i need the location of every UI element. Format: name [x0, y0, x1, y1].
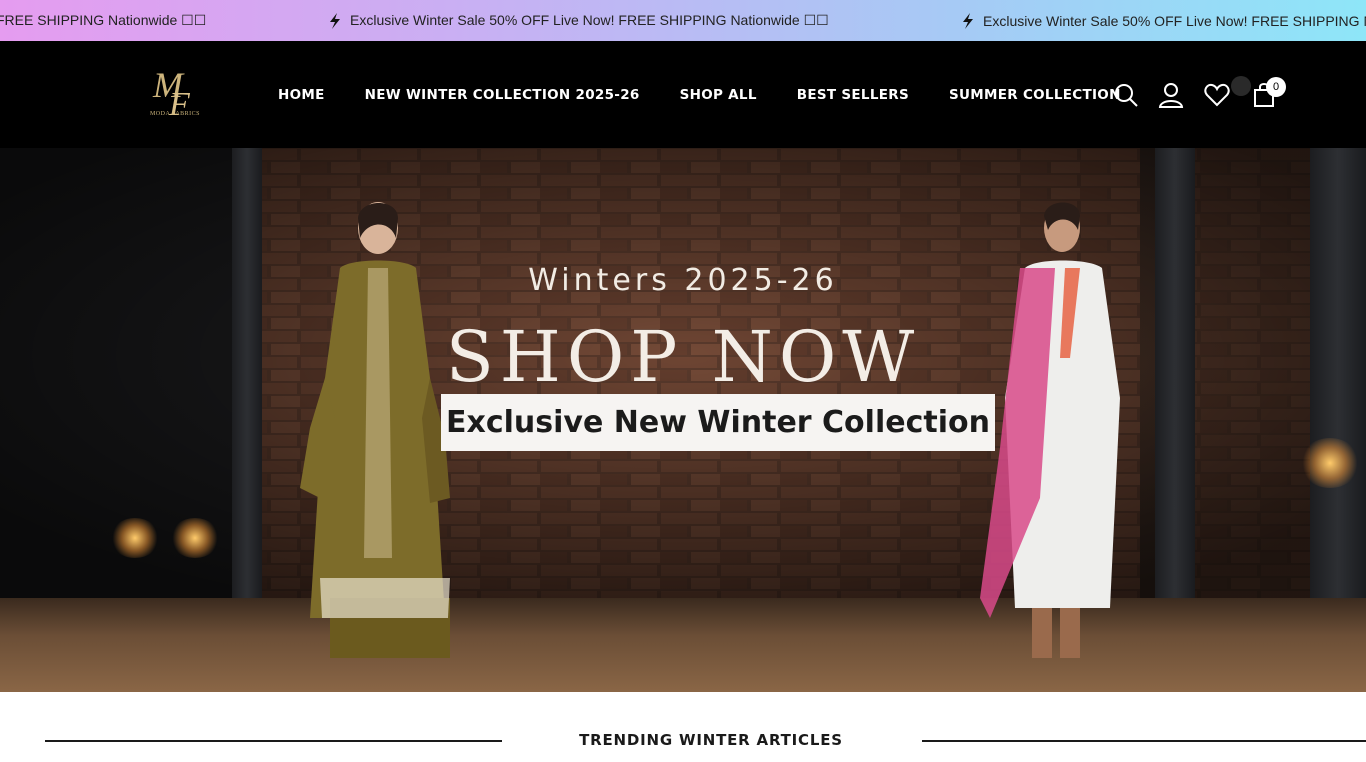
lamp-light	[1300, 438, 1360, 488]
announcement-item: FREE SHIPPING Nationwide ☐☐	[0, 0, 206, 41]
nav-shop-all[interactable]: SHOP ALL	[680, 87, 757, 103]
announcement-bar: FREE SHIPPING Nationwide ☐☐ Exclusive Wi…	[0, 0, 1366, 41]
nav-home[interactable]: HOME	[278, 87, 325, 103]
cart-count-badge: 0	[1266, 77, 1286, 97]
main-nav: HOME NEW WINTER COLLECTION 2025-26 SHOP …	[278, 41, 1161, 148]
site-header: M F MODA FABRICS HOME NEW WINTER COLLECT…	[0, 41, 1366, 148]
hero-subtitle: Winters 2025-26	[528, 263, 838, 298]
announcement-item: Exclusive Winter Sale 50% OFF Live Now! …	[328, 0, 829, 41]
announcement-text: FREE SHIPPING Nationwide ☐☐	[0, 12, 207, 28]
svg-text:F: F	[168, 86, 191, 123]
search-icon[interactable]	[1113, 82, 1139, 108]
divider-line	[922, 740, 1366, 742]
lantern-light	[170, 518, 220, 558]
announcement-text: Exclusive Winter Sale 50% OFF Live Now! …	[350, 12, 829, 28]
user-icon[interactable]	[1158, 82, 1184, 108]
lantern-light	[110, 518, 160, 558]
nav-new-winter-collection[interactable]: NEW WINTER COLLECTION 2025-26	[365, 87, 640, 103]
lightning-icon	[963, 12, 973, 29]
trending-section-header: TRENDING WINTER ARTICLES	[0, 692, 1366, 762]
lightning-icon	[330, 12, 340, 29]
cart-indicator-dot	[1231, 76, 1251, 96]
announcement-text: Exclusive Winter Sale 50% OFF Live Now! …	[983, 12, 1366, 29]
heart-icon[interactable]	[1204, 82, 1230, 108]
wooden-floor	[0, 598, 1366, 692]
hero-banner-tagline[interactable]: Exclusive New Winter Collection	[441, 394, 995, 451]
hero-banner[interactable]: Winters 2025-26 SHOP NOW Exclusive New W…	[0, 148, 1366, 692]
nav-best-sellers[interactable]: BEST SELLERS	[797, 87, 909, 103]
nav-summer-collection[interactable]: SUMMER COLLECTION	[949, 87, 1121, 103]
brand-name: MODA FABRICS	[149, 111, 201, 117]
hero-title[interactable]: SHOP NOW	[0, 316, 1366, 398]
announcement-track: FREE SHIPPING Nationwide ☐☐ Exclusive Wi…	[0, 0, 1366, 41]
announcement-item: Exclusive Winter Sale 50% OFF Live Now! …	[961, 0, 1366, 41]
